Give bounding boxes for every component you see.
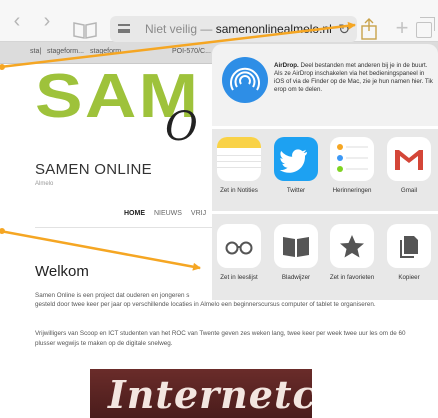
- site-logo[interactable]: SAM O: [35, 64, 210, 154]
- share-app-label: Herinneringen: [332, 187, 372, 194]
- nav-item-nieuws[interactable]: NIEUWS: [154, 210, 182, 217]
- tab-item[interactable]: POI-570/C...: [172, 48, 211, 55]
- share-app-label: Gmail: [400, 187, 418, 194]
- action-copy[interactable]: Kopieer: [382, 224, 436, 281]
- tab-item[interactable]: sta|: [30, 48, 41, 55]
- page-heading: Welkom: [35, 263, 89, 280]
- action-reading-list[interactable]: Zet in leeslijst: [212, 224, 266, 281]
- logo-script: O: [165, 104, 198, 150]
- intro-paragraph-cont: gesteld door twee keer per jaar op versc…: [35, 301, 376, 308]
- notes-icon: [217, 137, 261, 181]
- url-security-label: Niet veilig —: [145, 22, 216, 36]
- gmail-icon: [387, 137, 431, 181]
- share-apps-row: Zet in Notities Twitter Herinneringen Gm…: [212, 129, 438, 211]
- url-domain: samenonlinealmelo.nl: [215, 22, 332, 36]
- bookmark-icon: [274, 224, 318, 268]
- share-actions-row: Zet in leeslijst Bladwijzer Zet in favor…: [212, 214, 438, 300]
- action-bookmark[interactable]: Bladwijzer: [269, 224, 323, 281]
- internetcafe-photo: Internetcafé: [90, 369, 312, 418]
- copy-icon: [387, 224, 431, 268]
- share-app-gmail[interactable]: Gmail: [382, 137, 436, 194]
- star-icon: [330, 224, 374, 268]
- reader-view-icon[interactable]: [118, 24, 130, 33]
- share-app-label: Twitter: [286, 187, 306, 194]
- airdrop-desc-text: Deel bestanden met anderen bij je in de …: [274, 62, 433, 93]
- share-app-notes[interactable]: Zet in Notities: [212, 137, 266, 194]
- new-tab-button[interactable]: +: [392, 17, 412, 39]
- site-title: SAMEN ONLINE: [35, 161, 152, 178]
- airdrop-panel[interactable]: AirDrop. Deel bestanden met anderen bij …: [212, 44, 438, 126]
- airdrop-icon: [221, 56, 269, 104]
- share-sheet: AirDrop. Deel bestanden met anderen bij …: [212, 44, 438, 300]
- airdrop-title: AirDrop.: [274, 62, 299, 69]
- share-app-reminders[interactable]: Herinneringen: [325, 137, 379, 194]
- share-icon: [361, 18, 377, 40]
- back-button[interactable]: ‹: [8, 0, 26, 42]
- tab-item[interactable]: stageform...: [90, 48, 127, 55]
- volunteers-paragraph: Vrijwilligers van Scoop en ICT studenten…: [35, 330, 406, 347]
- action-label: Zet in favorieten: [329, 274, 375, 281]
- share-app-label: Zet in Notities: [220, 187, 258, 194]
- address-bar[interactable]: Niet veilig — samenonlinealmelo.nl ↻: [110, 16, 357, 42]
- action-label: Zet in leeslijst: [220, 274, 258, 281]
- share-button[interactable]: [359, 18, 379, 40]
- photo-caption: Internetcafé: [108, 372, 312, 417]
- browser-toolbar: ‹ › Niet veilig — samenonlinealmelo.nl ↻…: [0, 0, 438, 42]
- reading-list-icon: [217, 224, 261, 268]
- reminders-icon: [330, 137, 374, 181]
- action-label: Bladwijzer: [281, 274, 311, 281]
- nav-item-vrij[interactable]: VRIJ: [191, 210, 206, 217]
- site-subtitle: Almelo: [35, 181, 54, 187]
- tab-item[interactable]: stageform...: [47, 48, 84, 55]
- reload-icon[interactable]: ↻: [338, 16, 350, 42]
- twitter-icon: [274, 137, 318, 181]
- share-app-twitter[interactable]: Twitter: [269, 137, 323, 194]
- action-label: Kopieer: [398, 274, 420, 281]
- tabs-overview-icon[interactable]: [416, 17, 435, 38]
- url-text: Niet veilig — samenonlinealmelo.nl: [145, 16, 332, 42]
- airdrop-description: AirDrop. Deel bestanden met anderen bij …: [274, 62, 434, 94]
- forward-button[interactable]: ›: [38, 0, 56, 42]
- action-favorites[interactable]: Zet in favorieten: [325, 224, 379, 281]
- bookmarks-icon[interactable]: [72, 12, 98, 39]
- nav-item-home[interactable]: HOME: [124, 210, 145, 217]
- main-nav: HOME NIEUWS VRIJ: [124, 210, 213, 217]
